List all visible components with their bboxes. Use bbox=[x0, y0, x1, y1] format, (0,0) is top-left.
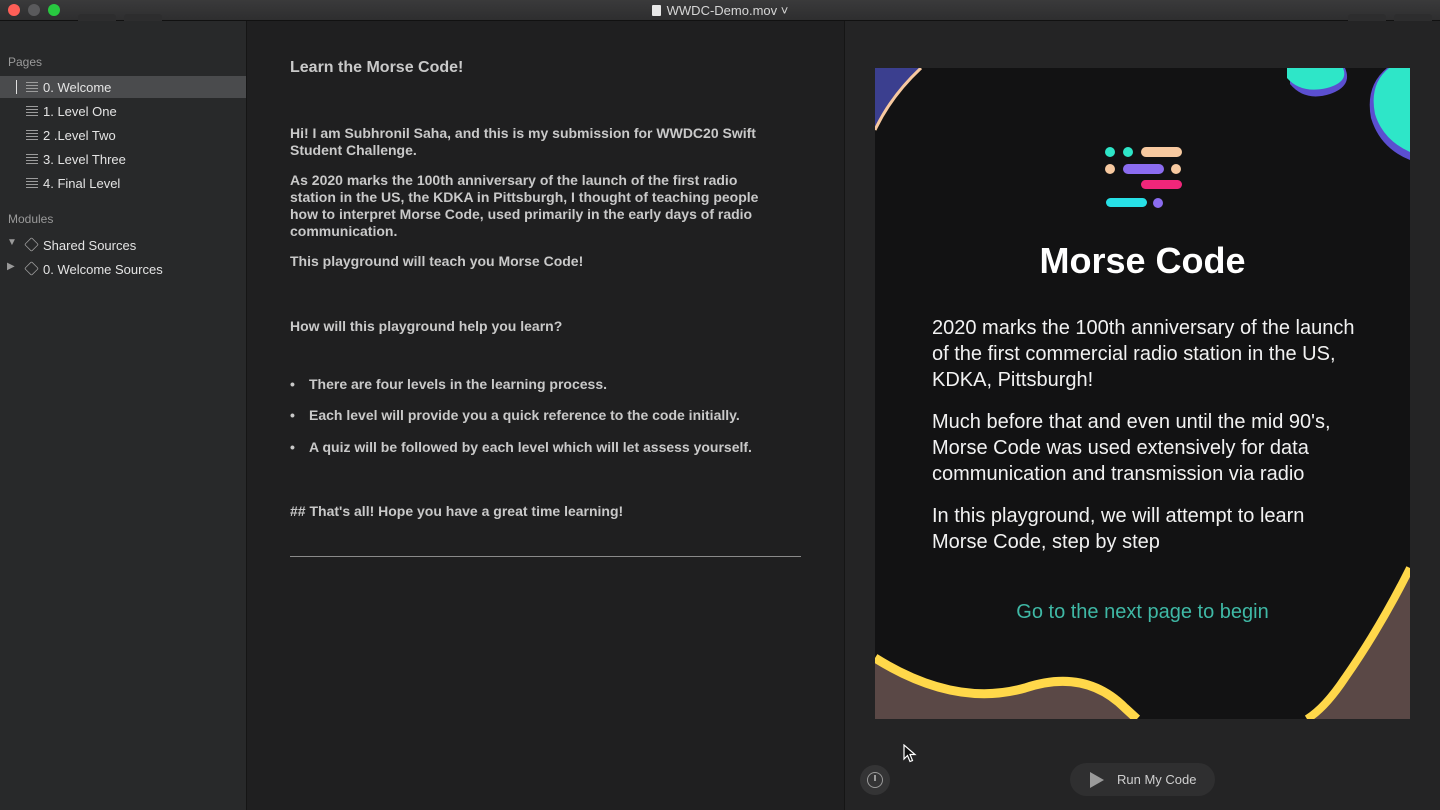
live-view-panel: Morse Code 2020 marks the 100th annivers… bbox=[845, 21, 1440, 810]
morse-logo-icon bbox=[1105, 147, 1182, 208]
page-icon bbox=[26, 106, 38, 116]
live-view-paragraph: Much before that and even until the mid … bbox=[932, 411, 1331, 485]
page-label: 4. Final Level bbox=[43, 176, 121, 191]
sidebar-module-welcome-sources[interactable]: ▶ 0. Welcome Sources bbox=[0, 258, 246, 280]
bullet-dot: • bbox=[290, 407, 295, 423]
selection-indicator bbox=[16, 80, 17, 94]
page-label: 1. Level One bbox=[43, 104, 117, 119]
next-page-link[interactable]: Go to the next page to begin bbox=[875, 601, 1410, 624]
bullet-text: A quiz will be followed by each level wh… bbox=[309, 439, 752, 455]
modules-section-header: Modules bbox=[8, 212, 54, 226]
page-icon bbox=[26, 130, 38, 140]
page-icon bbox=[26, 82, 38, 92]
editor-closing-line: ## That's all! Hope you have a great tim… bbox=[290, 503, 624, 519]
window-title-label: WWDC-Demo.mov ˅ bbox=[666, 3, 789, 18]
page-icon bbox=[26, 178, 38, 188]
page-icon bbox=[26, 154, 38, 164]
bullet-dot: • bbox=[290, 376, 295, 392]
document-icon bbox=[651, 5, 661, 16]
page-label: 2 .Level Two bbox=[43, 128, 116, 143]
module-cube-icon bbox=[24, 237, 39, 252]
module-cube-icon bbox=[24, 261, 39, 276]
markup-editor[interactable]: Learn the Morse Code! Hi! I am Subhronil… bbox=[247, 21, 845, 810]
editor-paragraph: This playground will teach you Morse Cod… bbox=[290, 253, 584, 269]
horizontal-rule bbox=[290, 556, 801, 557]
sidebar-page-final-level[interactable]: 4. Final Level bbox=[0, 172, 246, 194]
navigator-sidebar: Pages 0. Welcome 1. Level One 2 .Level T… bbox=[0, 21, 247, 810]
page-label: 0. Welcome bbox=[43, 80, 112, 95]
run-button-label: Run My Code bbox=[1117, 772, 1197, 787]
window-titlebar: WWDC-Demo.mov ˅ bbox=[0, 0, 1440, 21]
sidebar-page-level-three[interactable]: 3. Level Three bbox=[0, 148, 246, 170]
disclosure-expanded-icon[interactable]: ▼ bbox=[7, 237, 17, 248]
live-view-paragraph: 2020 marks the 100th anniversary of the … bbox=[932, 317, 1355, 391]
sidebar-module-shared-sources[interactable]: ▼ Shared Sources bbox=[0, 234, 246, 256]
bullet-dot: • bbox=[290, 439, 295, 455]
sidebar-page-level-one[interactable]: 1. Level One bbox=[0, 100, 246, 122]
page-label: 3. Level Three bbox=[43, 152, 126, 167]
sidebar-page-welcome[interactable]: 0. Welcome bbox=[0, 76, 246, 98]
stopwatch-hand bbox=[874, 775, 876, 781]
bullet-text: There are four levels in the learning pr… bbox=[309, 376, 607, 392]
editor-heading: Learn the Morse Code! bbox=[290, 59, 464, 76]
module-label: 0. Welcome Sources bbox=[43, 262, 163, 277]
disclosure-collapsed-icon[interactable]: ▶ bbox=[7, 261, 15, 272]
pages-section-header: Pages bbox=[8, 55, 43, 69]
run-my-code-button[interactable]: Run My Code bbox=[1070, 763, 1215, 796]
mouse-pointer-icon bbox=[903, 744, 917, 763]
editor-paragraph: As 2020 marks the 100th anniversary of t… bbox=[290, 172, 759, 239]
play-icon bbox=[1090, 772, 1104, 788]
editor-intro-paragraph: Hi! I am Subhronil Saha, and this is my … bbox=[290, 125, 756, 158]
step-through-timer-button[interactable] bbox=[860, 765, 890, 795]
live-view-title: Morse Code bbox=[1039, 240, 1246, 281]
bullet-text: Each level will provide you a quick refe… bbox=[309, 407, 740, 423]
module-label: Shared Sources bbox=[43, 238, 137, 253]
editor-subheading: How will this playground help you learn? bbox=[290, 318, 563, 334]
window-title[interactable]: WWDC-Demo.mov ˅ bbox=[0, 3, 1440, 18]
live-view-paragraph: In this playground, we will attempt to l… bbox=[932, 505, 1305, 553]
live-view-card[interactable]: Morse Code 2020 marks the 100th annivers… bbox=[875, 68, 1410, 719]
sidebar-page-level-two[interactable]: 2 .Level Two bbox=[0, 124, 246, 146]
